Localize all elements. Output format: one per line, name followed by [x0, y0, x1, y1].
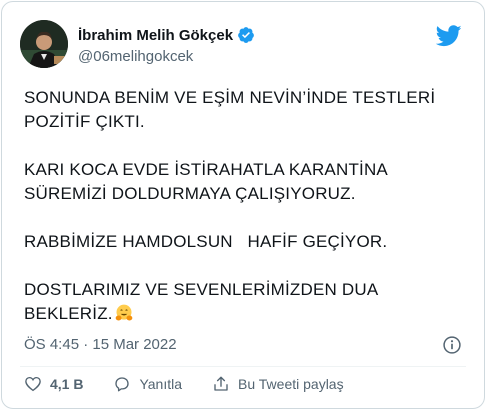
author-name[interactable]: İbrahim Melih Gökçek [78, 27, 233, 44]
like-button[interactable]: 4,1 B [24, 375, 83, 393]
share-label: Bu Tweeti paylaş [238, 376, 344, 392]
tweet-card[interactable]: İbrahim Melih Gökçek @06melihgokcek SONU… [1, 1, 485, 409]
heart-icon [25, 376, 41, 392]
avatar[interactable] [20, 20, 68, 68]
share-icon [214, 376, 228, 391]
action-bar: 4,1 B Yanıtla Bu Tweeti paylaş [24, 375, 374, 393]
share-button[interactable]: Bu Tweeti paylaş [212, 375, 344, 393]
tweet-paragraph: SONUNDA BENİM VE EŞİM NEVİN’İNDE TESTLER… [24, 88, 441, 131]
like-count: 4,1 B [50, 376, 84, 392]
hugging-face-emoji-icon [115, 304, 133, 321]
reply-icon [115, 377, 130, 392]
divider [20, 366, 466, 367]
info-icon[interactable] [442, 335, 462, 355]
tweet-timestamp[interactable]: ÖS 4:45 · 15 Mar 2022 [24, 336, 177, 353]
tweet-paragraph: KARI KOCA EVDE İSTİRAHATLA KARANTİNA SÜR… [24, 160, 392, 203]
tweet-paragraph: RABBİMİZE HAMDOLSUN HAFİF GEÇİYOR. [24, 232, 388, 251]
reply-button[interactable]: Yanıtla [113, 375, 182, 393]
tweet-text: SONUNDA BENİM VE EŞİM NEVİN’İNDE TESTLER… [24, 86, 469, 350]
reply-label: Yanıtla [139, 376, 183, 392]
verified-badge-icon [238, 27, 254, 43]
twitter-bird-icon[interactable] [436, 25, 462, 47]
tweet-paragraph-last: DOSTLARIMIZ VE SEVENLERİMİZDEN DUA BEKLE… [24, 280, 383, 323]
author-handle[interactable]: @06melihgokcek [78, 48, 193, 65]
